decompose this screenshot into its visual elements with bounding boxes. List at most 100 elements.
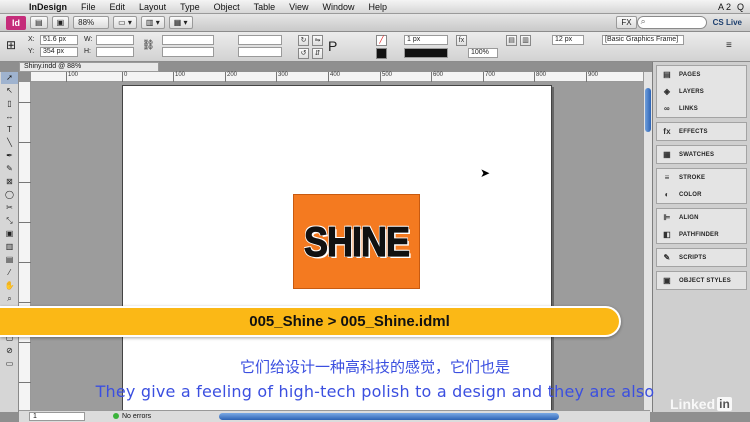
pencil-tool-icon[interactable]: ✎ — [1, 163, 18, 175]
constrain-proportions-icon[interactable]: ⛓ — [142, 40, 155, 51]
rotate-ccw-icon[interactable]: ↺ — [298, 48, 309, 59]
note-tool-icon[interactable]: ▤ — [1, 254, 18, 266]
hand-tool-icon[interactable]: ✋ — [1, 280, 18, 292]
zoom-tool-icon[interactable]: ⌕ — [1, 293, 18, 305]
bridge-button[interactable]: ▤ — [30, 16, 48, 29]
direct-selection-tool-icon[interactable]: ↖ — [1, 85, 18, 97]
menu-window[interactable]: Window — [315, 2, 361, 12]
gap-tool-icon[interactable]: ↔ — [1, 111, 18, 123]
ruler-tick: 900 — [586, 72, 598, 82]
fit-content-icon[interactable]: ▤ — [506, 35, 517, 46]
x-label: X: — [28, 36, 35, 43]
object-style-select[interactable]: [Basic Graphics Frame] — [602, 35, 684, 45]
spotlight-icon[interactable]: Q — [737, 2, 744, 12]
menu-view[interactable]: View — [282, 2, 315, 12]
zoom-level-select[interactable]: 88% — [73, 16, 110, 29]
links-icon: ∞ — [664, 104, 670, 113]
stroke-type-select[interactable] — [404, 48, 448, 58]
search-field[interactable] — [636, 16, 707, 29]
h-field[interactable] — [96, 47, 134, 57]
view-options-button[interactable]: ▭ ▾ — [113, 16, 137, 29]
ruler-tick: 200 — [225, 72, 237, 82]
w-field[interactable] — [96, 35, 134, 45]
panel-item-scripts[interactable]: ✎ SCRIPTS — [657, 249, 746, 266]
panel-menu-icon[interactable]: ≡ — [726, 40, 732, 51]
screen-mode-button[interactable]: ▥ ▾ — [140, 16, 165, 29]
adobe-menu-extra[interactable]: A 2 — [718, 2, 731, 12]
shine-text: SHINE — [303, 217, 410, 265]
menu-edit[interactable]: Edit — [103, 2, 133, 12]
preflight-status[interactable]: No errors — [113, 411, 151, 422]
horizontal-ruler[interactable]: 100 0 100 200 300 400 500 600 700 800 90… — [31, 72, 643, 82]
color-icon: ◐ — [664, 190, 670, 199]
ruler-tick: 700 — [483, 72, 495, 82]
selection-tool-icon[interactable]: ➚ — [1, 72, 18, 84]
stroke-swatch-icon[interactable] — [376, 48, 387, 59]
opacity-field[interactable]: 100% — [468, 48, 498, 58]
panel-item-label: SCRIPTS — [679, 254, 707, 261]
panel-item-swatches[interactable]: ▦ SWATCHES — [657, 146, 746, 163]
page-number-field[interactable]: 1 — [29, 412, 85, 421]
menu-file[interactable]: File — [74, 2, 103, 12]
fit-frame-icon[interactable]: ▥ — [520, 35, 531, 46]
page-tool-icon[interactable]: ▯ — [1, 98, 18, 110]
shear-field[interactable] — [238, 47, 282, 57]
free-transform-tool-icon[interactable]: ⤡ — [1, 215, 18, 227]
y-field[interactable]: 354 px — [40, 47, 78, 57]
menu-object[interactable]: Object — [207, 2, 247, 12]
stroke-weight-field[interactable]: 1 px — [404, 35, 448, 45]
menu-layout[interactable]: Layout — [132, 2, 173, 12]
gap-field[interactable]: 12 px — [552, 35, 584, 45]
line-tool-icon[interactable]: ╲ — [1, 137, 18, 149]
arrange-documents-button[interactable]: ▦ ▾ — [168, 16, 193, 29]
ruler-tick: 0 — [122, 72, 127, 82]
x-field[interactable]: 51.6 px — [40, 35, 78, 45]
rectangle-frame-tool-icon[interactable]: ⊠ — [1, 176, 18, 188]
flip-h-icon[interactable]: ⇋ — [312, 35, 323, 46]
workspace-switcher[interactable]: FX — [616, 16, 637, 29]
minibridge-button[interactable]: ▣ — [51, 16, 70, 29]
gradient-swatch-tool-icon[interactable]: ▣ — [1, 228, 18, 240]
panel-item-effects[interactable]: fx EFFECTS — [657, 123, 746, 140]
panel-item-color[interactable]: ◐ COLOR — [657, 186, 746, 203]
panel-group: ▣ OBJECT STYLES — [656, 271, 747, 290]
panel-item-pathfinder[interactable]: ◧ PATHFINDER — [657, 226, 746, 243]
linkedin-in-box: in — [717, 397, 732, 411]
effects-button-icon[interactable]: fx — [456, 35, 467, 46]
type-tool-icon[interactable]: T — [1, 124, 18, 136]
panel-group: ▦ SWATCHES — [656, 145, 747, 164]
panel-item-layers[interactable]: ◈ LAYERS — [657, 83, 746, 100]
ruler-tick: 100 — [66, 72, 78, 82]
fill-swatch-icon[interactable]: ╱ — [376, 35, 387, 46]
ellipse-tool-icon[interactable]: ◯ — [1, 189, 18, 201]
shine-graphic-frame[interactable]: SHINE — [293, 194, 420, 289]
panel-item-stroke[interactable]: ≡ STROKE — [657, 169, 746, 186]
scale-y-field[interactable] — [162, 47, 214, 57]
menu-help[interactable]: Help — [362, 2, 395, 12]
reference-point-icon[interactable]: ⊞ — [6, 38, 16, 52]
document-tab[interactable]: Shiny.indd @ 88% — [19, 62, 159, 72]
scissors-tool-icon[interactable]: ✂ — [1, 202, 18, 214]
rotation-field[interactable] — [238, 35, 282, 45]
gradient-feather-tool-icon[interactable]: ▥ — [1, 241, 18, 253]
menu-type[interactable]: Type — [173, 2, 207, 12]
pages-icon: ▤ — [663, 70, 671, 79]
panel-item-links[interactable]: ∞ LINKS — [657, 100, 746, 117]
vertical-scroll-thumb[interactable] — [645, 88, 651, 132]
eyedropper-tool-icon[interactable]: ⁄ — [1, 267, 18, 279]
ruler-tick: 100 — [173, 72, 185, 82]
panel-item-align[interactable]: ⊫ ALIGN — [657, 209, 746, 226]
panel-item-label: PATHFINDER — [679, 231, 719, 238]
mouse-cursor-icon: ➤ — [480, 166, 491, 180]
menu-indesign[interactable]: InDesign — [22, 2, 74, 12]
menu-table[interactable]: Table — [247, 2, 283, 12]
scale-x-field[interactable] — [162, 35, 214, 45]
rotate-cw-icon[interactable]: ↻ — [298, 35, 309, 46]
horizontal-scrollbar[interactable] — [219, 413, 559, 420]
pen-tool-icon[interactable]: ✒ — [1, 150, 18, 162]
linkedin-wordmark: Linked — [670, 396, 716, 412]
cs-live-button[interactable]: CS Live — [713, 18, 742, 27]
panel-item-pages[interactable]: ▤ PAGES — [657, 66, 746, 83]
panel-item-object-styles[interactable]: ▣ OBJECT STYLES — [657, 272, 746, 289]
flip-v-icon[interactable]: ⇵ — [312, 48, 323, 59]
